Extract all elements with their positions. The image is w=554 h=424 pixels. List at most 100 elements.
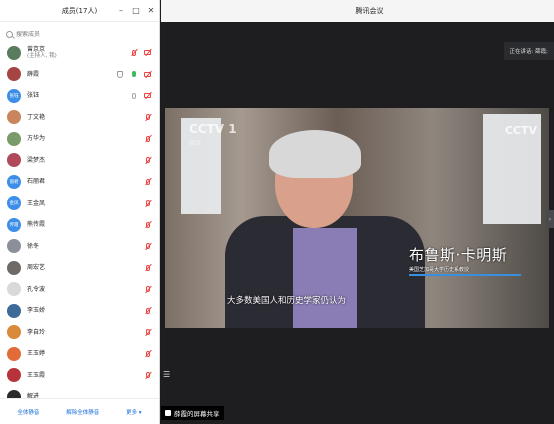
camera-off-icon[interactable] (144, 70, 152, 78)
mic-muted-icon[interactable] (144, 264, 152, 272)
avatar (7, 389, 21, 398)
caption-name: 布鲁斯·卡明斯 (409, 246, 508, 264)
video-subtitle: 大多数美国人和历史学家仍认为 (227, 296, 347, 306)
channel-sub: 综合 (189, 140, 202, 147)
member-status-icons (144, 322, 152, 344)
member-row[interactable]: 金凤 王金凤 (0, 193, 159, 215)
avatar (7, 325, 21, 340)
mic-muted-icon[interactable] (144, 199, 152, 207)
more-button[interactable]: 更多 ▾ (126, 408, 142, 416)
member-name: 徐冬 (27, 243, 39, 250)
mic-muted-icon[interactable] (144, 328, 152, 336)
mic-muted-icon[interactable] (144, 156, 152, 164)
avatar (7, 260, 21, 275)
member-name-text: 周宏艺 (27, 264, 46, 272)
avatar (7, 346, 21, 361)
member-name: 王玉婷 (27, 350, 45, 357)
meeting-title: 腾讯会议 (355, 7, 384, 15)
member-row[interactable]: 丽君 石丽君 (0, 171, 159, 193)
camera-off-icon[interactable] (144, 49, 152, 57)
member-status-icons (144, 214, 152, 236)
mic-muted-icon[interactable] (144, 285, 152, 293)
member-row[interactable]: 李自玲 (0, 322, 159, 344)
member-status-icons (116, 64, 152, 86)
speaking-indicator: 正在讲话: 薛霞; (503, 42, 554, 60)
member-status-icons (130, 85, 152, 107)
member-name: 熊传霞 (27, 221, 45, 228)
caption-title: 美国芝加哥大学历史系教授 (409, 267, 470, 273)
menu-icon[interactable]: ☰ (163, 370, 170, 379)
member-row[interactable]: 徐冬 (0, 236, 159, 258)
search-input[interactable] (16, 30, 136, 38)
meeting-titlebar: 腾讯会议 (161, 0, 554, 22)
member-row[interactable]: 孔令波 (0, 279, 159, 301)
member-name: 薛霞 (27, 71, 39, 78)
mic-muted-icon[interactable] (144, 350, 152, 358)
member-name-text: 孔令波 (27, 285, 46, 293)
shared-screen-video[interactable]: CCTV 1 综合 CCTV 布鲁斯·卡明斯 美国芝加哥大学历史系教授 大多数美… (165, 108, 549, 328)
member-status-icons (144, 193, 152, 215)
members-footer: 全体静音 解除全体静音 更多 ▾ (0, 398, 159, 424)
member-name-text: 王金凤 (27, 199, 46, 207)
member-row[interactable]: 张钰 张钰 (0, 85, 159, 107)
screen-share-label: 薛霞的屏幕共享 (161, 406, 224, 420)
member-name: 曾京京 (主持人, 我) (27, 46, 57, 60)
member-name: 李玉娇 (27, 307, 45, 314)
member-name-text: 李玉娇 (27, 307, 46, 315)
member-row[interactable]: 传霞 熊传霞 (0, 214, 159, 236)
mic-icon[interactable] (130, 92, 138, 100)
member-row[interactable]: 周宏艺 (0, 257, 159, 279)
avatar (7, 153, 21, 168)
mic-muted-icon[interactable] (144, 178, 152, 186)
member-row[interactable]: 李玉娇 (0, 300, 159, 322)
mic-muted-icon[interactable] (144, 135, 152, 143)
member-name-text: 张钰 (27, 92, 40, 100)
close-icon[interactable]: ✕ (147, 7, 155, 15)
mic-muted-icon[interactable] (144, 242, 152, 250)
member-name-text: 王玉霞 (27, 371, 46, 379)
mic-muted-icon[interactable] (144, 371, 152, 379)
mic-muted-icon[interactable] (144, 307, 152, 315)
mute-all-button[interactable]: 全体静音 (17, 408, 39, 416)
member-name: 张钰 (27, 92, 39, 99)
member-status-icons (144, 128, 152, 150)
member-name: 周宏艺 (27, 264, 45, 271)
shield-icon (116, 70, 124, 78)
avatar (7, 282, 21, 297)
members-titlebar: 成员(17人) – □ ✕ (0, 0, 159, 22)
member-row[interactable]: 曾京京 (主持人, 我) (0, 42, 159, 64)
member-status-icons (144, 343, 152, 365)
mic-icon[interactable] (130, 70, 138, 78)
app-root: 成员(17人) – □ ✕ 曾京京(主持人, 我) 薛霞张钰张钰丁文艳方华为梁梦杰… (0, 0, 554, 424)
member-name: 李自玲 (27, 329, 45, 336)
member-status-icons (144, 365, 152, 387)
member-row[interactable]: 梁梦杰 (0, 150, 159, 172)
avatar: 丽君 (7, 174, 21, 189)
camera-off-icon[interactable] (144, 92, 152, 100)
member-name-text: 王玉婷 (27, 350, 46, 358)
mic-muted-icon[interactable] (144, 113, 152, 121)
member-row[interactable]: 丁文艳 (0, 107, 159, 129)
member-row[interactable]: 解进 (0, 386, 159, 398)
avatar (7, 45, 21, 60)
member-status-icons (144, 150, 152, 172)
member-search[interactable] (6, 26, 153, 42)
member-row[interactable]: 王玉婷 (0, 343, 159, 365)
window-controls: – □ ✕ (117, 0, 155, 22)
minimize-icon[interactable]: – (117, 7, 125, 15)
member-row[interactable]: 薛霞 (0, 64, 159, 86)
members-title: 成员(17人) (61, 6, 98, 15)
unmute-all-button[interactable]: 解除全体静音 (66, 408, 99, 416)
member-row[interactable]: 方华为 (0, 128, 159, 150)
maximize-icon[interactable]: □ (132, 7, 140, 15)
member-row[interactable]: 王玉霞 (0, 365, 159, 387)
member-name-text: 薛霞 (27, 70, 40, 78)
mic-muted-icon[interactable] (144, 221, 152, 229)
member-name: 方华为 (27, 135, 45, 142)
expand-handle-icon[interactable]: › (546, 210, 554, 228)
share-icon (165, 410, 171, 416)
member-name-text: 熊传霞 (27, 221, 46, 229)
member-status-icons (144, 257, 152, 279)
member-name-text: 李自玲 (27, 328, 46, 336)
mic-muted-icon[interactable] (130, 49, 138, 57)
